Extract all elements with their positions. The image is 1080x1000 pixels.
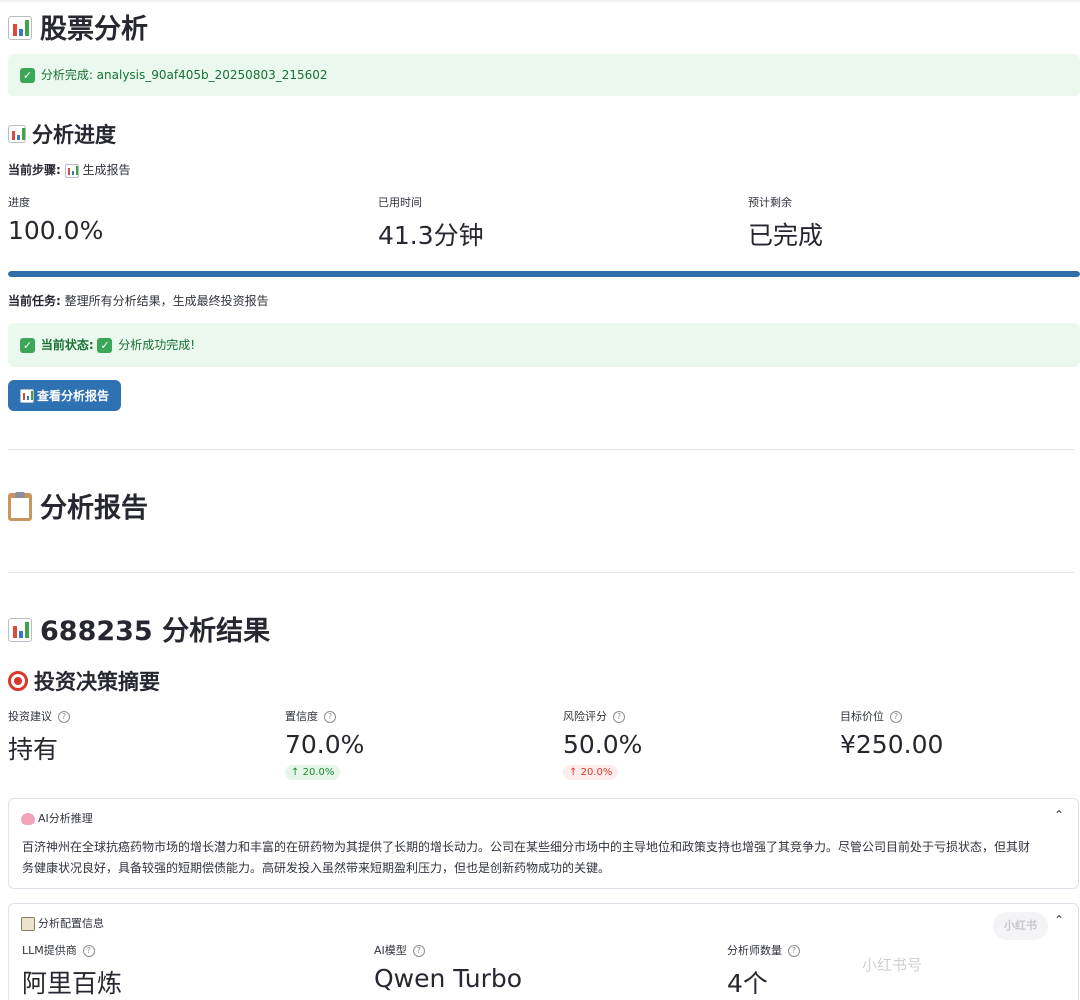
divider bbox=[8, 572, 1074, 573]
config-info-expander[interactable]: 分析配置信息 ⌃ LLM提供商? 阿里百炼 AI模型? Qwen Turbo 分… bbox=[8, 903, 1079, 1000]
question-circle-icon[interactable]: ? bbox=[613, 711, 625, 723]
metric-progress: 进度 100.0% bbox=[8, 194, 103, 245]
bar-chart-icon bbox=[8, 617, 32, 642]
watermark-text: 小红书号 bbox=[862, 956, 923, 974]
bar-chart-icon bbox=[8, 15, 32, 40]
question-circle-icon[interactable]: ? bbox=[890, 711, 902, 723]
current-task-value: 整理所有分析结果，生成最终投资报告 bbox=[64, 294, 269, 308]
check-mark-icon: ✓ bbox=[20, 338, 35, 353]
result-section-title: 688235 分析结果 bbox=[8, 609, 270, 648]
view-report-button[interactable]: 查看分析报告 bbox=[8, 380, 121, 411]
check-mark-icon: ✓ bbox=[20, 68, 35, 83]
arrow-up-icon: ↑ bbox=[291, 767, 300, 778]
progress-section-title-text: 分析进度 bbox=[32, 123, 116, 147]
metric-label: 进度 bbox=[8, 196, 30, 209]
question-circle-icon[interactable]: ? bbox=[58, 711, 70, 723]
question-circle-icon[interactable]: ? bbox=[788, 945, 800, 957]
status-value: 分析成功完成! bbox=[118, 338, 196, 352]
divider bbox=[8, 449, 1074, 450]
metric-investment-advice: 投资建议? 持有 bbox=[8, 708, 70, 766]
metric-label: 置信度 bbox=[285, 710, 318, 723]
ledger-icon bbox=[21, 917, 35, 931]
metric-label: 目标价位 bbox=[840, 710, 884, 723]
bar-chart-icon bbox=[64, 163, 79, 178]
bar-chart-icon bbox=[19, 388, 34, 403]
metric-delta-value: 20.0% bbox=[302, 767, 335, 778]
top-strip bbox=[0, 0, 1080, 2]
metric-label: 投资建议 bbox=[8, 710, 52, 723]
check-mark-icon: ✓ bbox=[97, 338, 113, 353]
watermark-badge: 小红书 bbox=[993, 912, 1048, 940]
metric-label: LLM提供商 bbox=[22, 944, 77, 957]
question-circle-icon[interactable]: ? bbox=[324, 711, 336, 723]
metric-value: Qwen Turbo bbox=[374, 964, 523, 993]
page-title: 股票分析 bbox=[8, 7, 148, 46]
current-step-label: 当前步骤: bbox=[8, 163, 61, 177]
arrow-up-icon: ↑ bbox=[569, 767, 578, 778]
ai-reasoning-header[interactable]: AI分析推理 bbox=[21, 810, 93, 826]
metric-value: 100.0% bbox=[8, 216, 104, 245]
config-info-header[interactable]: 分析配置信息 bbox=[21, 915, 104, 931]
ai-reasoning-title: AI分析推理 bbox=[38, 812, 93, 825]
metric-target-price: 目标价位? ¥250.00 bbox=[840, 708, 943, 759]
metric-value: 4个 bbox=[727, 969, 768, 998]
current-task: 当前任务: 整理所有分析结果，生成最终投资报告 bbox=[8, 292, 269, 309]
current-step-value: 生成报告 bbox=[82, 163, 131, 177]
metric-label: 预计剩余 bbox=[748, 196, 792, 209]
metric-ai-model: AI模型? Qwen Turbo bbox=[374, 942, 522, 993]
chevron-up-icon[interactable]: ⌃ bbox=[1054, 913, 1064, 927]
metric-remaining: 预计剩余 已完成 bbox=[748, 194, 823, 252]
clipboard-icon bbox=[8, 491, 32, 521]
page-title-text: 股票分析 bbox=[40, 14, 148, 45]
progress-bar-fill bbox=[8, 271, 1080, 277]
config-info-title: 分析配置信息 bbox=[38, 917, 104, 930]
status-alert: ✓ 当前状态: ✓ 分析成功完成! bbox=[8, 323, 1080, 367]
metric-value: 已完成 bbox=[748, 221, 824, 250]
status-label: 当前状态: bbox=[40, 338, 94, 352]
metric-confidence: 置信度? 70.0% ↑ 20.0% bbox=[285, 708, 364, 780]
result-section-title-text: 688235 分析结果 bbox=[40, 616, 271, 647]
metric-delta: ↑ 20.0% bbox=[563, 765, 619, 780]
summary-title-text: 投资决策摘要 bbox=[34, 670, 160, 694]
metric-value: 70.0% bbox=[285, 730, 365, 759]
progress-bar bbox=[8, 271, 1080, 277]
metric-delta-value: 20.0% bbox=[580, 767, 613, 778]
metric-delta: ↑ 20.0% bbox=[285, 765, 341, 780]
metric-label: AI模型 bbox=[374, 944, 407, 957]
view-report-button-label: 查看分析报告 bbox=[36, 389, 109, 403]
summary-title: 投资决策摘要 bbox=[8, 666, 160, 696]
metric-label: 已用时间 bbox=[378, 196, 422, 209]
metric-risk-score: 风险评分? 50.0% ↑ 20.0% bbox=[563, 708, 642, 780]
current-step: 当前步骤: 生成报告 bbox=[8, 161, 130, 178]
metric-llm-provider: LLM提供商? 阿里百炼 bbox=[22, 942, 122, 1000]
metric-value: 阿里百炼 bbox=[22, 969, 123, 998]
metric-elapsed-time: 已用时间 41.3分钟 bbox=[378, 194, 484, 252]
progress-section-title: 分析进度 bbox=[8, 119, 116, 149]
question-circle-icon[interactable]: ? bbox=[82, 945, 95, 957]
metric-value: 持有 bbox=[8, 735, 59, 764]
report-section-title: 分析报告 bbox=[8, 486, 148, 525]
metric-label: 分析师数量 bbox=[727, 944, 782, 957]
metric-analyst-count: 分析师数量? 4个 bbox=[727, 942, 800, 1000]
success-alert-text: 分析完成: analysis_90af405b_20250803_215602 bbox=[40, 68, 328, 82]
metric-value: 41.3分钟 bbox=[378, 221, 484, 250]
success-alert: ✓ 分析完成: analysis_90af405b_20250803_21560… bbox=[8, 54, 1080, 96]
metric-value: ¥250.00 bbox=[840, 730, 944, 759]
ai-reasoning-expander[interactable]: AI分析推理 ⌃ 百济神州在全球抗癌药物市场的增长潜力和丰富的在研药物为其提供了… bbox=[8, 798, 1079, 889]
metric-value: 50.0% bbox=[563, 730, 643, 759]
current-task-label: 当前任务: bbox=[8, 294, 61, 308]
direct-hit-icon bbox=[8, 671, 28, 691]
bar-chart-icon bbox=[8, 125, 26, 143]
question-circle-icon[interactable]: ? bbox=[412, 945, 425, 957]
brain-icon bbox=[21, 813, 35, 825]
report-section-title-text: 分析报告 bbox=[40, 493, 148, 524]
ai-reasoning-text: 百济神州在全球抗癌药物市场的增长潜力和丰富的在研药物为其提供了长期的增长动力。公… bbox=[22, 840, 1031, 875]
metric-label: 风险评分 bbox=[563, 710, 607, 723]
chevron-up-icon[interactable]: ⌃ bbox=[1054, 808, 1064, 822]
